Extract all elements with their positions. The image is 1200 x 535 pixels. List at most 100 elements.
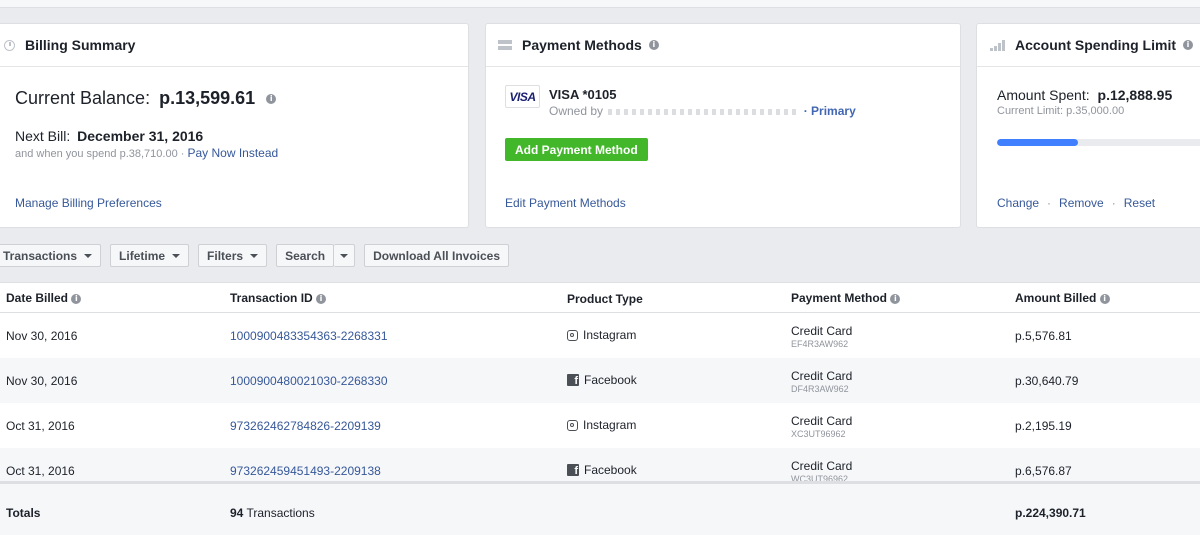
spending-limit-title: Account Spending Limit [1015,37,1176,53]
product-type: Instagram [583,418,637,432]
spend-note: and when you spend p.38,710.00 · Pay Now… [15,146,278,160]
chevron-down-icon [84,253,93,258]
transactions-table: Date Billed i Transaction ID i Product T… [0,282,1200,493]
chevron-down-icon [250,253,259,258]
filters-dropdown[interactable]: Filters [198,244,268,267]
table-row: Nov 30, 2016 1000900480021030-2268330 fF… [0,358,1200,403]
remove-limit-link[interactable]: Remove [1059,196,1104,210]
spending-limit-actions: Change · Remove · Reset [997,196,1156,210]
payment-method-ref: XC3UT96962 [791,429,846,439]
edit-payment-methods-link[interactable]: Edit Payment Methods [505,196,626,210]
billing-summary-card: Billing Summary Current Balance: p.13,59… [0,23,469,228]
totals-amount: p.224,390.71 [1015,506,1086,520]
facebook-icon: f [567,464,579,476]
info-icon[interactable]: i [316,293,327,304]
amount-billed: p.6,576.87 [1015,464,1072,478]
card-owner: Owned by · Primary [549,104,856,118]
transaction-id-link[interactable]: 1000900483354363-2268331 [230,329,388,343]
table-header: Date Billed i Transaction ID i Product T… [0,283,1200,313]
amount-billed: p.30,640.79 [1015,374,1079,388]
column-header-amount-billed[interactable]: Amount Billed i [1015,291,1110,305]
change-limit-link[interactable]: Change [997,196,1039,210]
next-bill-date: December 31, 2016 [77,128,204,144]
payment-method: Credit Card [791,324,853,338]
totals-row: Totals 94 Transactions p.224,390.71 [0,481,1200,535]
top-bar [0,0,1200,8]
next-bill-label: Next Bill: [15,128,71,144]
date-billed: Nov 30, 2016 [6,374,78,388]
column-header-product-type[interactable]: Product Type [567,292,643,306]
totals-label: Totals [6,506,41,520]
credit-card-icon [498,40,512,50]
card-number: VISA *0105 [549,87,617,102]
manage-billing-preferences-link[interactable]: Manage Billing Preferences [15,196,162,210]
info-icon[interactable]: i [1099,293,1110,304]
search-button[interactable]: Search [276,244,335,267]
billing-summary-header: Billing Summary [0,24,468,67]
spending-limit-header: Account Spending Limit i [977,24,1200,67]
totals-count: 94 Transactions [230,506,315,520]
chevron-down-icon [340,253,349,258]
transaction-id-link[interactable]: 1000900480021030-2268330 [230,374,388,388]
date-billed: Oct 31, 2016 [6,419,75,433]
info-icon[interactable]: i [890,293,901,304]
payment-method: Credit Card [791,459,853,473]
spending-progress-fill [997,139,1078,146]
column-header-transaction-id[interactable]: Transaction ID i [230,291,327,305]
transactions-dropdown[interactable]: Transactions [0,244,102,267]
product-type: Instagram [583,328,637,342]
table-row: Nov 30, 2016 1000900483354363-2268331 In… [0,313,1200,358]
search-dropdown-toggle[interactable] [334,244,356,267]
date-billed: Nov 30, 2016 [6,329,78,343]
spend-note-text: and when you spend p.38,710.00 · [15,148,185,160]
add-payment-method-button[interactable]: Add Payment Method [505,138,648,161]
download-all-invoices-button[interactable]: Download All Invoices [364,244,510,267]
reset-limit-link[interactable]: Reset [1124,196,1155,210]
info-icon[interactable]: i [71,293,82,304]
owned-by-label: Owned by [549,104,604,118]
facebook-icon: f [567,374,579,386]
payment-method: Credit Card [791,369,853,383]
info-icon[interactable]: i [1183,40,1193,50]
current-balance-label: Current Balance: [15,88,151,108]
account-spending-limit-card: Account Spending Limit i Amount Spent: p… [976,23,1200,228]
signal-bars-icon [990,39,1006,51]
lifetime-dropdown[interactable]: Lifetime [110,244,190,267]
transactions-toolbar: Transactions Lifetime Filters Search Dow… [0,244,518,267]
product-type: Facebook [584,373,637,387]
payment-method: Credit Card [791,414,853,428]
pay-now-link[interactable]: Pay Now Instead [187,146,278,160]
next-bill: Next Bill: December 31, 2016 [15,128,203,144]
info-icon[interactable]: i [266,94,277,105]
transaction-id-link[interactable]: 973262459451493-2209138 [230,464,381,478]
column-header-date-billed[interactable]: Date Billed i [6,291,82,305]
owner-name-redacted [608,108,799,115]
column-header-payment-method[interactable]: Payment Method i [791,291,901,305]
date-billed: Oct 31, 2016 [6,464,75,478]
current-limit: Current Limit: p.35,000.00 [997,105,1125,117]
info-icon[interactable]: i [648,40,659,50]
amount-spent-value: p.12,888.95 [1097,87,1173,103]
payment-method-ref: EF4R3AW962 [791,339,849,349]
billing-summary-title: Billing Summary [25,37,136,53]
amount-spent-label: Amount Spent: [997,87,1090,103]
payment-method-ref: DF4R3AW962 [791,384,849,394]
payment-methods-header: Payment Methods i [486,24,960,67]
chevron-down-icon [172,253,181,258]
clock-icon [4,39,15,51]
visa-logo: VISA [505,85,540,108]
instagram-icon [567,329,578,341]
spending-progress-bar [997,139,1200,146]
transaction-id-link[interactable]: 973262462784826-2209139 [230,419,381,433]
table-row: Oct 31, 2016 973262462784826-2209139 Ins… [0,403,1200,448]
amount-spent: Amount Spent: p.12,888.95 [997,87,1172,103]
amount-billed: p.2,195.19 [1015,419,1072,433]
search-group: Search [276,244,356,267]
payment-methods-title: Payment Methods [522,37,642,53]
payment-methods-card: Payment Methods i VISA VISA *0105 Owned … [485,23,961,228]
current-balance: Current Balance: p.13,599.61 i [15,88,277,109]
primary-badge: · Primary [803,104,856,118]
instagram-icon [567,419,578,431]
current-balance-value: p.13,599.61 [159,88,256,108]
product-type: Facebook [584,463,637,477]
